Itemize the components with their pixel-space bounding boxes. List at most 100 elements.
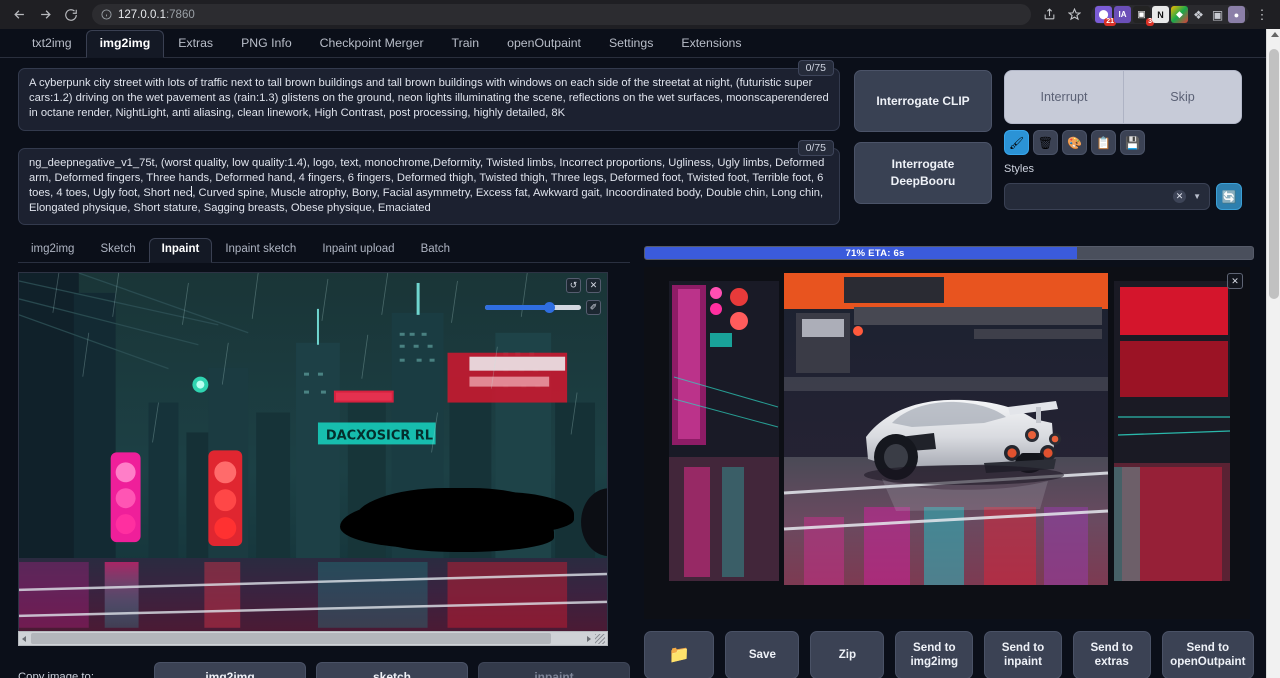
- tab-img2img[interactable]: img2img: [86, 30, 165, 58]
- site-info-icon[interactable]: [101, 9, 112, 20]
- webui-page: txt2img img2img Extras PNG Info Checkpoi…: [0, 29, 1280, 678]
- copy-to-sketch-button[interactable]: sketch: [316, 662, 468, 678]
- send-to-img2img-button[interactable]: Send to img2img: [895, 631, 973, 678]
- extension-puzzle-icon[interactable]: ❖: [1190, 6, 1207, 23]
- tab-settings[interactable]: Settings: [595, 30, 667, 57]
- browser-actions: ⬤21 IA ▣3 N ◆ ❖ ▣ ● ⋮: [1037, 3, 1274, 27]
- open-folder-button[interactable]: 📁: [644, 631, 714, 678]
- copy-to-img2img-button[interactable]: img2img: [154, 662, 306, 678]
- send-to-openoutpaint-button[interactable]: Send to openOutpaint: [1162, 631, 1254, 678]
- svg-text:DACXOSICR RL: DACXOSICR RL: [326, 429, 433, 444]
- zip-button[interactable]: Zip: [810, 631, 884, 678]
- tab-checkpoint-merger[interactable]: Checkpoint Merger: [306, 30, 438, 57]
- kebab-menu-icon[interactable]: ⋮: [1250, 3, 1274, 27]
- interrogate-column: Interrogate CLIP Interrogate DeepBooru: [854, 70, 992, 210]
- tab-extras[interactable]: Extras: [164, 30, 227, 57]
- extension-ia-icon[interactable]: IA: [1114, 6, 1131, 23]
- tab-train[interactable]: Train: [438, 30, 494, 57]
- subtab-batch[interactable]: Batch: [408, 238, 463, 262]
- interrogate-clip-button[interactable]: Interrogate CLIP: [854, 70, 992, 132]
- extension-window-icon[interactable]: ▣: [1209, 6, 1226, 23]
- scroll-left-arrow[interactable]: [22, 636, 26, 642]
- prompt-section: 0/75 A cyberpunk city street with lots o…: [0, 58, 1266, 225]
- undo-icon[interactable]: ↺: [566, 278, 581, 293]
- negative-prompt-token-counter: 0/75: [798, 140, 834, 156]
- negative-prompt-input[interactable]: ng_deepnegative_v1_75t, (worst quality, …: [18, 148, 840, 226]
- tab-txt2img[interactable]: txt2img: [18, 30, 86, 57]
- workspace: img2img Sketch Inpaint Inpaint sketch In…: [0, 225, 1266, 678]
- save-style-icon[interactable]: 💾: [1120, 130, 1145, 155]
- clipboard-icon[interactable]: 📋: [1091, 130, 1116, 155]
- generation-progress-bar: 71% ETA: 6s: [644, 246, 1254, 260]
- styles-dropdown[interactable]: ✕ ▼: [1004, 183, 1210, 210]
- extension-badge-purple-icon[interactable]: ⬤21: [1095, 6, 1112, 23]
- recycle-clipboard-icon[interactable]: 🗑: [1033, 130, 1058, 155]
- prompt-token-counter: 0/75: [798, 60, 834, 76]
- vertical-scrollbar-thumb[interactable]: [1269, 49, 1279, 299]
- img2img-pane: img2img Sketch Inpaint Inpaint sketch In…: [18, 237, 630, 678]
- slider-knob[interactable]: [544, 302, 555, 313]
- subtab-inpaint-sketch[interactable]: Inpaint sketch: [212, 238, 309, 262]
- apply-style-icon[interactable]: 🔄: [1216, 183, 1242, 210]
- subtab-inpaint-upload[interactable]: Inpaint upload: [309, 238, 407, 262]
- tab-png-info[interactable]: PNG Info: [227, 30, 306, 57]
- generated-image: [644, 267, 1250, 619]
- scrollbar-thumb[interactable]: [31, 633, 551, 644]
- save-button[interactable]: Save: [725, 631, 799, 678]
- address-bar[interactable]: 127.0.0.1:7860: [92, 4, 1031, 25]
- extension-colorful-icon[interactable]: ◆: [1171, 6, 1188, 23]
- share-icon[interactable]: [1037, 3, 1061, 27]
- clear-x-icon[interactable]: ✕: [1173, 190, 1186, 203]
- interrupt-skip-row: Interrupt Skip: [1004, 70, 1242, 124]
- inpaint-source-image: DACXOSICR RL: [19, 273, 607, 632]
- subtab-sketch[interactable]: Sketch: [87, 238, 148, 262]
- subtab-inpaint[interactable]: Inpaint: [149, 238, 213, 263]
- result-actions: 📁 Save Zip Send to img2img Send to inpai…: [644, 631, 1254, 678]
- brush-icon[interactable]: ✐: [586, 300, 601, 315]
- subtab-img2img[interactable]: img2img: [18, 238, 87, 262]
- result-preview[interactable]: ✕: [644, 267, 1250, 619]
- close-icon[interactable]: ✕: [1227, 273, 1243, 289]
- extensions-group: ⬤21 IA ▣3 N ◆ ❖ ▣ ●: [1091, 5, 1249, 24]
- extension-globe-icon[interactable]: ●: [1228, 6, 1245, 23]
- send-to-extras-button[interactable]: Send to extras: [1073, 631, 1151, 678]
- paste-arrow-icon[interactable]: 🖌: [1004, 130, 1029, 155]
- slider-fill: [485, 305, 547, 310]
- tab-extensions[interactable]: Extensions: [667, 30, 755, 57]
- tab-openoutpaint[interactable]: openOutpaint: [493, 30, 595, 57]
- interrogate-deepbooru-button[interactable]: Interrogate DeepBooru: [854, 142, 992, 204]
- paintbrush-pink-icon[interactable]: 🎨: [1062, 130, 1087, 155]
- inpaint-canvas[interactable]: DACXOSICR RL: [18, 272, 608, 632]
- scroll-right-arrow[interactable]: [587, 636, 591, 642]
- send-to-inpaint-button[interactable]: Send to inpaint: [984, 631, 1062, 678]
- back-arrow-icon[interactable]: [6, 2, 32, 28]
- brush-size-row: ✐: [485, 300, 601, 315]
- styles-row: ✕ ▼ 🔄: [1004, 183, 1242, 210]
- reload-icon[interactable]: [58, 2, 84, 28]
- prompt-input[interactable]: A cyberpunk city street with lots of tra…: [18, 68, 840, 131]
- url-port: :7860: [166, 9, 195, 21]
- result-pane: 71% ETA: 6s: [644, 237, 1254, 678]
- webui-content: txt2img img2img Extras PNG Info Checkpoi…: [0, 29, 1266, 678]
- extension-dark-reader-icon[interactable]: ▣3: [1133, 6, 1150, 23]
- main-tab-bar: txt2img img2img Extras PNG Info Checkpoi…: [0, 29, 1266, 58]
- forward-arrow-icon[interactable]: [32, 2, 58, 28]
- url-host: 127.0.0.1: [118, 9, 166, 21]
- star-icon[interactable]: [1062, 3, 1086, 27]
- resize-grip-icon[interactable]: [595, 634, 605, 644]
- canvas-tool-buttons: ↺ ✕: [566, 278, 601, 293]
- copy-image-label: Copy image to:: [18, 671, 144, 678]
- scroll-up-arrow[interactable]: [1271, 32, 1279, 37]
- brush-size-slider[interactable]: [485, 301, 581, 315]
- chevron-down-icon[interactable]: ▼: [1193, 192, 1201, 201]
- interrupt-button[interactable]: Interrupt: [1005, 71, 1123, 123]
- page-vertical-scrollbar[interactable]: [1266, 29, 1280, 678]
- close-icon[interactable]: ✕: [586, 278, 601, 293]
- browser-toolbar: 127.0.0.1:7860 ⬤21 IA ▣3 N ◆ ❖ ▣ ● ⋮: [0, 0, 1280, 29]
- prompt-column: 0/75 A cyberpunk city street with lots o…: [18, 68, 840, 225]
- copy-image-row: Copy image to: img2img sketch inpaint: [18, 662, 630, 678]
- extension-notion-icon[interactable]: N: [1152, 6, 1169, 23]
- inpaint-mask-blob[interactable]: [354, 488, 554, 548]
- skip-button[interactable]: Skip: [1123, 71, 1241, 123]
- canvas-horizontal-scrollbar[interactable]: [18, 631, 608, 646]
